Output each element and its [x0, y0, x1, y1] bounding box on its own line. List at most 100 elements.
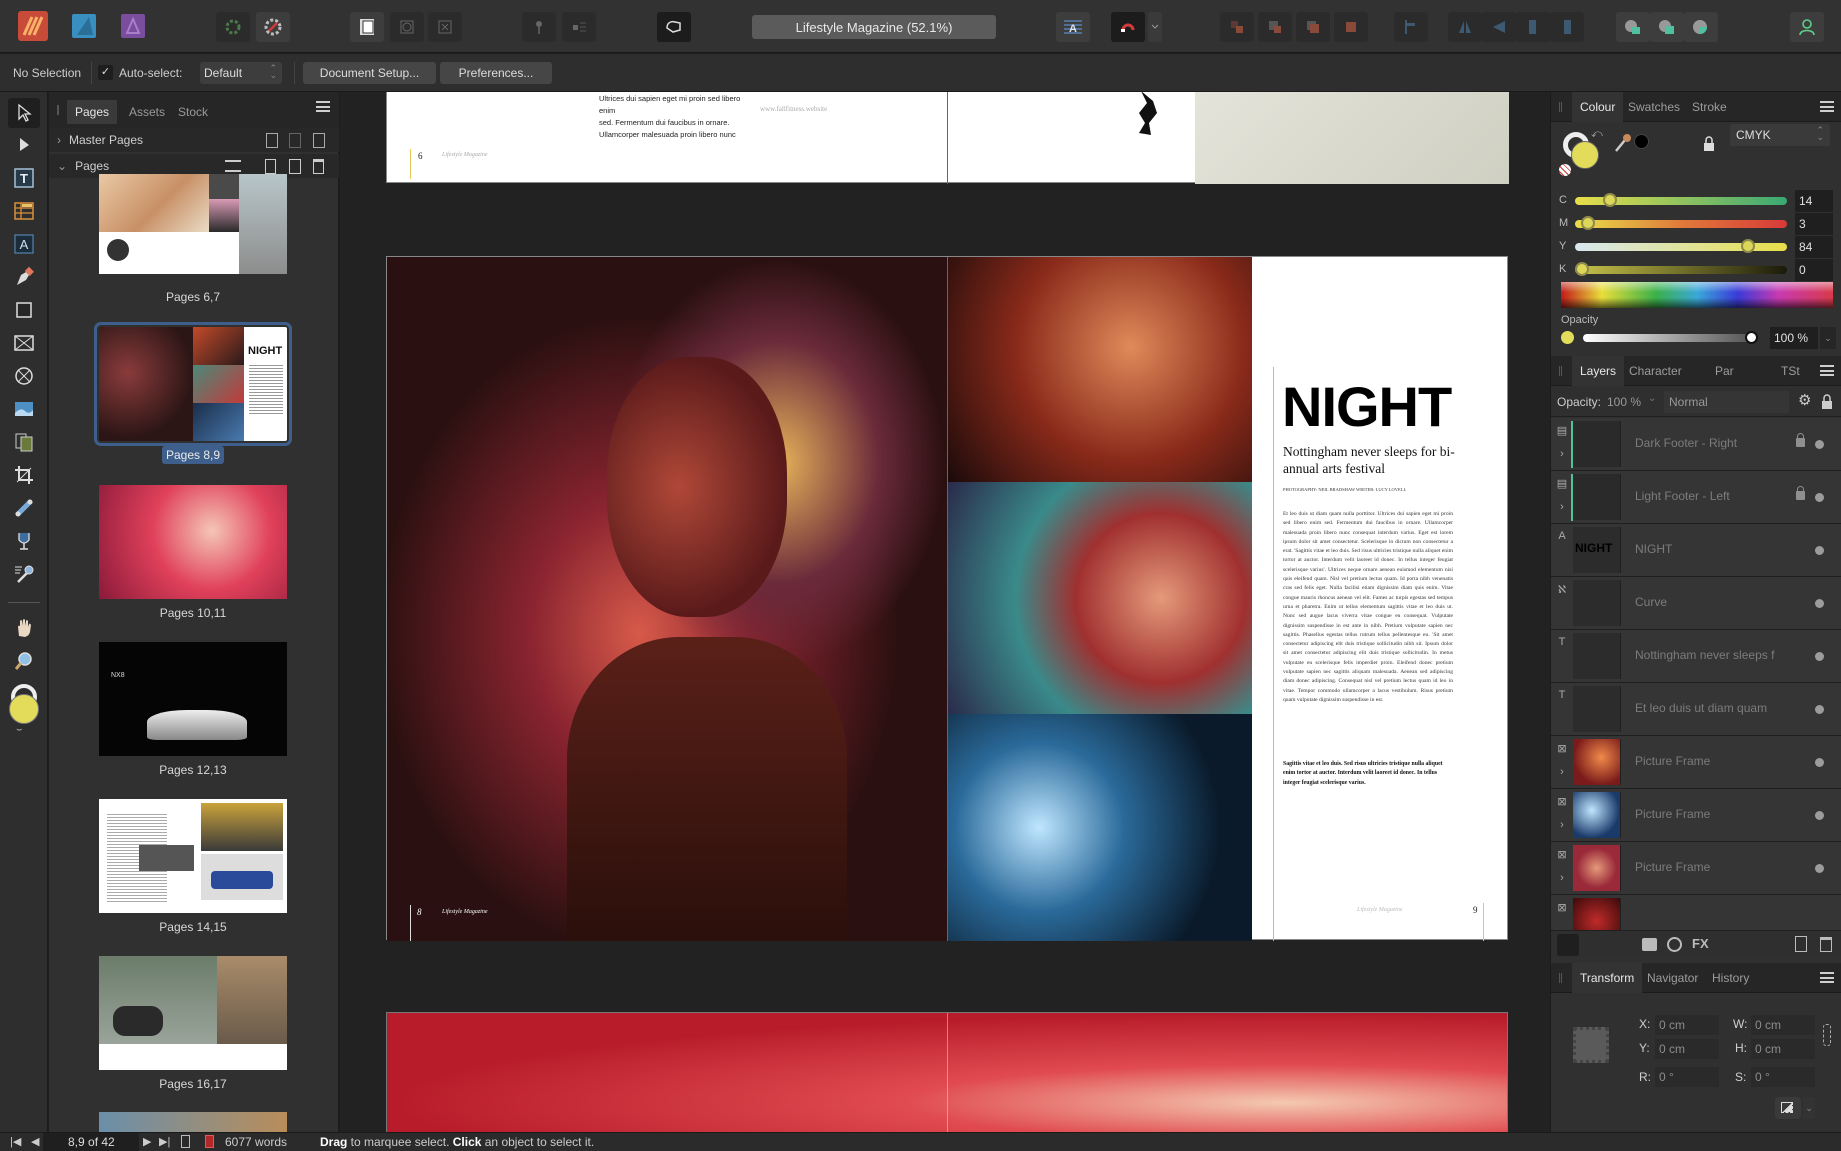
spread-pages-10-11[interactable]: [386, 1012, 1508, 1132]
page-thumbnail-label[interactable]: Pages 16,17: [99, 1077, 287, 1091]
black-value-field[interactable]: 0: [1795, 259, 1833, 281]
view-mode-normal-button[interactable]: [350, 12, 384, 42]
visibility-toggle[interactable]: [1815, 599, 1824, 608]
view-hand-tool[interactable]: [8, 613, 40, 643]
duplicate-master-icon[interactable]: [289, 133, 301, 148]
page-thumbnail-label[interactable]: Pages 6,7: [99, 290, 287, 304]
boolean-intersect-button[interactable]: [1684, 12, 1718, 42]
page-indicator-field[interactable]: 8,9 of 42: [43, 1133, 139, 1151]
layer-row[interactable]: ▤ › Dark Footer - Right: [1551, 418, 1841, 471]
layers-list[interactable]: ▤ › Dark Footer - Right ▤ › Light Footer - Le…: [1551, 418, 1841, 938]
blend-mode-dropdown[interactable]: Normal: [1664, 391, 1789, 413]
first-page-button[interactable]: |◀: [10, 1135, 21, 1148]
insert-pages-icon[interactable]: [225, 160, 241, 172]
adjustment-layer-icon[interactable]: [1667, 937, 1682, 952]
tab-paragraph[interactable]: Par: [1707, 356, 1742, 386]
x-field[interactable]: 0 cm: [1655, 1015, 1719, 1035]
layer-name[interactable]: Dark Footer - Right: [1635, 436, 1737, 450]
layer-name[interactable]: Picture Frame: [1635, 754, 1710, 768]
tab-navigator[interactable]: Navigator: [1639, 963, 1706, 993]
tab-assets[interactable]: Assets: [121, 100, 173, 124]
flip-vertical-button[interactable]: [1482, 12, 1516, 42]
document-setup-button[interactable]: Document Setup...: [303, 62, 436, 84]
headline[interactable]: NIGHT: [1282, 379, 1452, 435]
layer-row[interactable]: ⊠ › Picture Frame: [1551, 789, 1841, 842]
document-canvas[interactable]: Ultrices dui sapien eget mi proin sed li…: [340, 92, 1550, 1132]
transform-origin-dropdown[interactable]: ⌄: [1803, 1097, 1815, 1119]
rotate-left-button[interactable]: [1516, 12, 1550, 42]
mask-layer-icon[interactable]: [1642, 938, 1657, 951]
lock-icon[interactable]: [1796, 433, 1805, 447]
previous-page-button[interactable]: ◀: [31, 1135, 39, 1148]
align-button[interactable]: [1394, 12, 1428, 42]
view-mode-clip-button[interactable]: [428, 12, 462, 42]
colour-model-dropdown[interactable]: CMYK ⌃ ⌄: [1730, 124, 1830, 146]
anchor-point-selector[interactable]: [1573, 1027, 1609, 1063]
layer-row[interactable]: A NIGHT NIGHT: [1551, 524, 1841, 577]
page-thumbnail[interactable]: [99, 956, 287, 1070]
layer-row[interactable]: T Et leo duis ut diam quam: [1551, 683, 1841, 736]
layer-opacity-dropdown[interactable]: ⌄: [1648, 393, 1656, 404]
layer-row[interactable]: ℵ Curve: [1551, 577, 1841, 630]
picture-frame-3[interactable]: [948, 714, 1252, 941]
picture-frame-1[interactable]: [948, 257, 1252, 482]
pin-button[interactable]: [522, 12, 556, 42]
picture-frame-text-tool[interactable]: [8, 427, 40, 457]
layer-name[interactable]: Picture Frame: [1635, 860, 1710, 874]
visibility-toggle[interactable]: [1815, 811, 1824, 820]
transparency-tool[interactable]: [8, 493, 40, 523]
ellipse-frame-tool[interactable]: [8, 361, 40, 391]
lock-icon[interactable]: [1703, 136, 1715, 152]
tab-transform[interactable]: Transform: [1572, 963, 1643, 993]
fx-icon[interactable]: FX: [1692, 936, 1709, 951]
table-tool[interactable]: [8, 196, 40, 226]
visibility-toggle[interactable]: [1815, 440, 1824, 449]
visibility-toggle[interactable]: [1815, 864, 1824, 873]
baseline-grid-button[interactable]: A: [1056, 12, 1090, 42]
w-field[interactable]: 0 cm: [1751, 1015, 1815, 1035]
photo-persona-icon[interactable]: [118, 11, 148, 41]
preferences-button[interactable]: Preferences...: [440, 62, 552, 84]
drag-handle-icon[interactable]: [1559, 102, 1562, 112]
picture-frame-2[interactable]: [948, 482, 1252, 714]
lock-icon[interactable]: [1796, 486, 1805, 500]
page-thumbnail-label[interactable]: Pages 14,15: [99, 920, 287, 934]
spread-pages-6-7[interactable]: Ultrices dui sapien eget mi proin sed li…: [386, 92, 1509, 184]
visibility-toggle[interactable]: [1815, 705, 1824, 714]
snapping-magnet-button[interactable]: [1111, 12, 1145, 42]
panel-menu-icon[interactable]: [1820, 101, 1834, 112]
hyperlink-hand-button[interactable]: [657, 12, 691, 42]
layer-name[interactable]: Et leo duis ut diam quam: [1635, 701, 1767, 715]
yellow-slider[interactable]: Y 84: [1559, 236, 1834, 258]
move-tool[interactable]: [8, 98, 40, 128]
node-tool[interactable]: [8, 130, 40, 160]
colour-spectrum[interactable]: [1561, 282, 1833, 308]
page-thumbnail[interactable]: [99, 485, 287, 599]
swap-colors-icon[interactable]: ⌣: [16, 724, 23, 735]
page-thumbnail[interactable]: [99, 174, 287, 274]
auto-select-dropdown[interactable]: Default ⌃ ⌄: [200, 62, 282, 84]
layer-row[interactable]: ▤ › Light Footer - Left: [1551, 471, 1841, 524]
expand-chevron-icon[interactable]: ›: [1555, 448, 1569, 460]
drag-handle-icon[interactable]: [57, 105, 59, 115]
delete-layer-icon[interactable]: [1820, 937, 1832, 952]
lock-icon[interactable]: [1821, 394, 1833, 410]
frame-text-tool[interactable]: T: [8, 163, 40, 193]
flip-horizontal-button[interactable]: [1448, 12, 1482, 42]
panel-menu-icon[interactable]: [1820, 972, 1834, 983]
visibility-toggle[interactable]: [1815, 493, 1824, 502]
black-slider[interactable]: K 0: [1559, 259, 1834, 281]
layer-row[interactable]: ⊠ › Picture Frame: [1551, 842, 1841, 895]
arrange-back-button[interactable]: [1220, 12, 1254, 42]
arrange-layers-icon[interactable]: [1557, 934, 1579, 956]
cyan-value-field[interactable]: 14: [1795, 190, 1833, 212]
preflight-status-icon[interactable]: [205, 1135, 214, 1148]
arrange-forward-button[interactable]: [1296, 12, 1330, 42]
add-layer-icon[interactable]: [1795, 936, 1807, 952]
layer-name[interactable]: Nottingham never sleeps f: [1635, 648, 1774, 662]
expand-chevron-icon[interactable]: ›: [1555, 501, 1569, 513]
transform-origin-button[interactable]: [1775, 1097, 1801, 1119]
designer-persona-icon[interactable]: [69, 11, 99, 41]
black-track[interactable]: [1575, 266, 1787, 274]
tab-stock[interactable]: Stock: [170, 100, 216, 124]
